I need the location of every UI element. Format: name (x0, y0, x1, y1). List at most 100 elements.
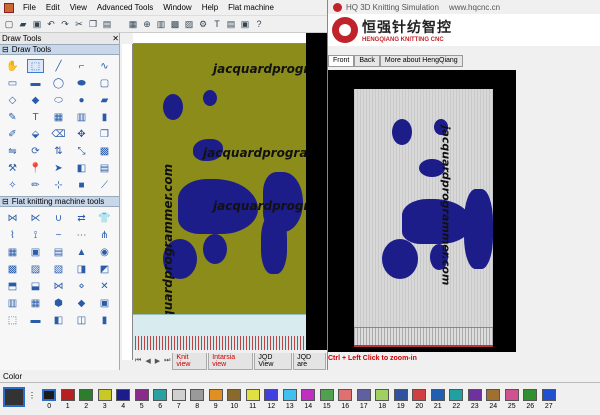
cell-x-icon[interactable]: ◫ (73, 313, 90, 327)
paste-icon[interactable]: ▤ (101, 18, 113, 30)
oval-tool-icon[interactable]: ⬭ (50, 93, 67, 107)
cell-e-icon[interactable]: ◉ (96, 245, 113, 259)
menu-edit[interactable]: Edit (41, 3, 65, 12)
settings-icon[interactable]: ⚙ (197, 18, 209, 30)
color-swatch-26[interactable]: 26 (521, 389, 540, 410)
color-swatch-box[interactable] (338, 389, 353, 401)
eraser-tool-icon[interactable]: ⌫ (50, 127, 67, 141)
color-swatch-22[interactable]: 22 (447, 389, 466, 410)
knit-front-icon[interactable]: ⋈ (4, 211, 21, 225)
cell-u-icon[interactable]: ⬚ (4, 313, 21, 327)
filled-ellipse-tool-icon[interactable]: ⬬ (73, 76, 90, 90)
cell-k-icon[interactable]: ⬒ (4, 279, 21, 293)
color-swatch-box[interactable] (523, 389, 538, 401)
color-swatch-box[interactable] (264, 389, 279, 401)
line-tool-icon[interactable]: ╱ (50, 59, 67, 73)
cell-r-icon[interactable]: ⬢ (50, 296, 67, 310)
filled-diamond-tool-icon[interactable]: ◆ (27, 93, 44, 107)
arrow-tool-icon[interactable]: ➤ (50, 161, 67, 175)
slash-tool-icon[interactable]: ⟋ (96, 178, 113, 192)
color-swatch-box[interactable] (60, 389, 75, 401)
color-swatch-box[interactable] (153, 389, 168, 401)
color-swatch-8[interactable]: 8 (188, 389, 207, 410)
color-swatch-24[interactable]: 24 (484, 389, 503, 410)
color-swatch-box[interactable] (134, 389, 149, 401)
menu-flat-machine[interactable]: Flat machine (223, 3, 279, 12)
color-swatch-box[interactable] (486, 389, 501, 401)
cell-h-icon[interactable]: ▧ (50, 262, 67, 276)
color-swatch-25[interactable]: 25 (503, 389, 522, 410)
cell-m-icon[interactable]: ⋈ (50, 279, 67, 293)
chart-icon[interactable]: ▨ (183, 18, 195, 30)
scale-tool-icon[interactable]: ⤡ (73, 144, 90, 158)
cell-i-icon[interactable]: ◨ (73, 262, 90, 276)
color-swatch-box[interactable] (116, 389, 131, 401)
tuck-icon[interactable]: ∪ (50, 211, 67, 225)
diamond-tool-icon[interactable]: ◇ (4, 93, 21, 107)
chart-tool-icon[interactable]: ▤ (96, 161, 113, 175)
marker-tool-icon[interactable]: ✏ (27, 178, 44, 192)
rotate-tool-icon[interactable]: ⟳ (27, 144, 44, 158)
flat-knitting-section[interactable]: ⊟ Flat knitting machine tools (0, 196, 119, 207)
color-swatch-17[interactable]: 17 (355, 389, 374, 410)
cell-b-icon[interactable]: ▣ (27, 245, 44, 259)
color-swatch-box[interactable] (375, 389, 390, 401)
design-canvas[interactable]: jacquardprogrammer.com jacquardprogramme… (133, 44, 306, 350)
select-rect-tool-icon[interactable]: ⬚ (27, 59, 44, 73)
pattern-tool-icon[interactable]: ▦ (50, 110, 67, 124)
menu-window[interactable]: Window (158, 3, 196, 12)
draw-tools-section[interactable]: ⊟ Draw Tools (0, 44, 119, 55)
ellipse-tool-icon[interactable]: ◯ (50, 76, 67, 90)
shape-tool-icon[interactable]: ▰ (96, 93, 113, 107)
cell-t-icon[interactable]: ▣ (96, 296, 113, 310)
tab-jqd-area[interactable]: JQD are (293, 352, 326, 370)
color-swatch-6[interactable]: 6 (151, 389, 170, 410)
color-swatch-7[interactable]: 7 (170, 389, 189, 410)
tab-jqd-view[interactable]: JQD View (254, 352, 293, 370)
color-swatch-box[interactable] (190, 389, 205, 401)
color-swatch-box[interactable] (393, 389, 408, 401)
tab-last-icon[interactable]: ⏭ (162, 357, 172, 365)
menu-file[interactable]: File (18, 3, 41, 12)
close-icon[interactable]: ✕ (112, 34, 119, 43)
color-swatch-5[interactable]: 5 (133, 389, 152, 410)
cell-o-icon[interactable]: ✕ (96, 279, 113, 293)
grid-icon[interactable]: ▦ (127, 18, 139, 30)
menu-advanced-tools[interactable]: Advanced Tools (92, 3, 158, 12)
color-swatch-21[interactable]: 21 (429, 389, 448, 410)
save-icon[interactable]: ▣ (31, 18, 43, 30)
color-swatch-3[interactable]: 3 (96, 389, 115, 410)
circle-tool-icon[interactable]: ● (73, 93, 90, 107)
fill-tool-icon[interactable]: ⬙ (27, 127, 44, 141)
color-swatch-11[interactable]: 11 (244, 389, 263, 410)
text-icon[interactable]: T (211, 18, 223, 30)
block-tool-icon[interactable]: ■ (73, 178, 90, 192)
polyline-tool-icon[interactable]: ⌐ (73, 59, 90, 73)
picker-tool-icon[interactable]: ⊹ (50, 178, 67, 192)
color-swatch-1[interactable]: 1 (59, 389, 78, 410)
tab-intarsia-view[interactable]: Intarsia view (208, 352, 254, 370)
color-swatch-10[interactable]: 10 (225, 389, 244, 410)
tab-front[interactable]: Front (328, 55, 355, 67)
move-tool-icon[interactable]: ✥ (73, 127, 90, 141)
cell-p-icon[interactable]: ▥ (4, 296, 21, 310)
tab-more-about-hengqiang[interactable]: More about HengQiang (379, 55, 463, 67)
menu-help[interactable]: Help (197, 3, 223, 12)
pencil-tool-icon[interactable]: ✎ (4, 110, 21, 124)
color-swatch-14[interactable]: 14 (299, 389, 318, 410)
menu-view[interactable]: View (65, 3, 92, 12)
stripe-tool-icon[interactable]: ▥ (73, 110, 90, 124)
cell-l-icon[interactable]: ⬓ (27, 279, 44, 293)
color-swatch-box[interactable] (208, 389, 223, 401)
copy-tool-icon[interactable]: ❐ (96, 127, 113, 141)
layer-icon[interactable]: ▥ (155, 18, 167, 30)
color-swatch-box[interactable] (171, 389, 186, 401)
tab-next-icon[interactable]: ▶ (153, 357, 162, 365)
cell-v-icon[interactable]: ▬ (27, 313, 44, 327)
color-swatch-19[interactable]: 19 (392, 389, 411, 410)
help-icon[interactable]: ? (253, 18, 265, 30)
color-swatch-16[interactable]: 16 (336, 389, 355, 410)
color-swatch-9[interactable]: 9 (207, 389, 226, 410)
cell-q-icon[interactable]: ▦ (27, 296, 44, 310)
color-swatch-0[interactable]: 0 (40, 389, 59, 410)
